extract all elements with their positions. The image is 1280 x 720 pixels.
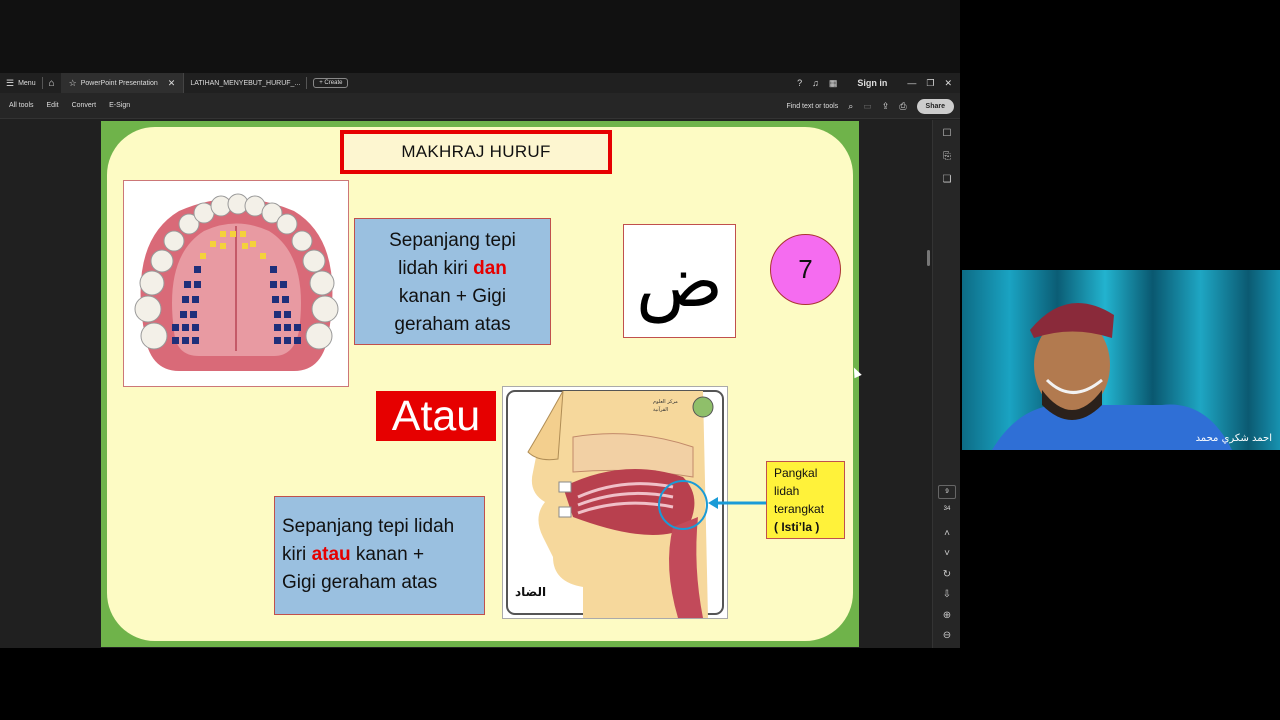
tool-edit[interactable]: Edit xyxy=(47,102,59,109)
chevron-up-icon[interactable]: ˄ xyxy=(941,528,953,540)
home-icon: ⌂ xyxy=(48,77,55,89)
search-icon[interactable]: ⌕ xyxy=(848,101,853,112)
box2-highlight-atau: atau xyxy=(311,544,351,565)
find-text-label[interactable]: Find text or tools xyxy=(786,103,838,110)
webcam-tile[interactable]: احمد شكري محمد xyxy=(962,270,1280,450)
label-line1: Pangkal xyxy=(774,466,818,480)
save-icon[interactable]: ▭ xyxy=(863,101,872,112)
create-button[interactable]: + Create xyxy=(313,78,349,88)
label-line2: lidah xyxy=(774,484,800,498)
right-side-panel: ☐ ⎘ ❏ 9 34 ˄ ˅ ↻ ⇩ ⊕ ⊖ xyxy=(932,120,960,648)
svg-text:القرآنية: القرآنية xyxy=(653,406,668,413)
menu-button[interactable]: ☰ Menu xyxy=(0,73,42,93)
tab-label: LATIHAN_MENYEBUT_HURUF_... xyxy=(190,79,301,87)
box2-line3: Gigi geraham atas xyxy=(282,572,438,593)
description-box-atau: Sepanjang tepi lidah kiri atau kanan + G… xyxy=(274,496,485,615)
close-window-icon[interactable]: ✕ xyxy=(944,78,952,89)
tool-all-tools[interactable]: All tools xyxy=(9,102,34,109)
box1-line2: lidah kiri dan xyxy=(355,255,550,283)
chevron-down-icon[interactable]: ˅ xyxy=(941,548,953,560)
box2-line2-rest: kanan + xyxy=(350,544,425,565)
box1-line2-text: lidah kiri xyxy=(398,258,474,279)
close-tab-icon[interactable]: ✕ xyxy=(168,78,176,89)
box1-line3: kanan + Gigi xyxy=(398,286,507,307)
scrollbar-thumb[interactable] xyxy=(927,250,930,266)
window-controls: ? ♫ ▦ Sign in — ❐ ✕ xyxy=(797,73,960,93)
screen: ☰ Menu ⌂ ☆ PowerPoint Presentation ✕ LAT… xyxy=(0,0,1280,720)
head-cross-section-svg: مركز العلوم القرآنية xyxy=(503,387,727,618)
box1-line1: Sepanjang tepi xyxy=(389,230,516,251)
tab-bar: ☰ Menu ⌂ ☆ PowerPoint Presentation ✕ LAT… xyxy=(0,73,960,93)
box1-line4: geraham atas xyxy=(394,314,511,335)
arrow-icon xyxy=(708,497,766,509)
zoom-out-icon[interactable]: ⊖ xyxy=(941,630,953,642)
sign-in-button[interactable]: Sign in xyxy=(857,78,887,88)
export-icon[interactable]: ⎘ xyxy=(941,151,953,163)
zoom-bottom-area xyxy=(0,648,960,720)
palate-teeth-svg xyxy=(124,181,348,386)
label-line3: terangkat xyxy=(774,502,825,516)
letter-number-circle: 7 xyxy=(770,234,841,305)
current-page-field[interactable]: 9 xyxy=(938,485,956,499)
box1-highlight-dan: dan xyxy=(473,258,507,279)
webcam-person-svg xyxy=(992,303,1232,450)
head-cross-section-diagram: مركز العلوم القرآنية الضاد xyxy=(502,386,728,619)
box2-line1: Sepanjang tepi lidah xyxy=(282,516,455,537)
comment-icon[interactable]: ☐ xyxy=(941,128,953,140)
box2-line2-text: kiri xyxy=(282,544,312,565)
box2-line2: kiri atau kanan + xyxy=(282,541,484,569)
rotate-icon[interactable]: ↻ xyxy=(941,569,953,581)
participant-name: احمد شكري محمد xyxy=(1195,433,1272,444)
hamburger-icon: ☰ xyxy=(6,77,15,88)
print-icon[interactable]: ⎙ xyxy=(899,101,906,112)
tab-label: PowerPoint Presentation xyxy=(80,79,158,87)
arabic-letter-box: ض xyxy=(623,224,736,338)
tab-powerpoint-presentation[interactable]: ☆ PowerPoint Presentation ✕ xyxy=(60,73,185,93)
tab-latihan[interactable]: LATIHAN_MENYEBUT_HURUF_... xyxy=(184,73,306,93)
zoom-top-area xyxy=(0,0,960,73)
total-pages: 34 xyxy=(943,506,951,512)
toolbar: All tools Edit Convert E-Sign Find text … xyxy=(0,93,960,119)
share-button[interactable]: Share xyxy=(916,98,954,114)
head-caption: الضاد xyxy=(515,585,547,599)
toolbar-right: Find text or tools ⌕ ▭ ⇪ ⎙ Share xyxy=(786,93,954,119)
minimize-icon[interactable]: — xyxy=(907,78,916,88)
pangkal-lidah-label: Pangkal lidah terangkat ( Isti’la ) xyxy=(766,461,845,539)
description-box-dan: Sepanjang tepi lidah kiri dan kanan + Gi… xyxy=(354,218,551,345)
zoom-in-icon[interactable]: ⊕ xyxy=(941,610,953,622)
palate-teeth-diagram xyxy=(123,180,349,387)
home-button[interactable]: ⌂ xyxy=(43,73,61,93)
tool-convert[interactable]: Convert xyxy=(72,102,97,109)
atau-label: Atau xyxy=(376,391,496,441)
svg-text:مركز العلوم: مركز العلوم xyxy=(653,399,678,405)
upload-icon[interactable]: ⇪ xyxy=(882,101,890,112)
label-istila: ( Isti’la ) xyxy=(774,520,820,534)
restore-icon[interactable]: ❐ xyxy=(926,78,934,89)
tool-esign[interactable]: E-Sign xyxy=(109,102,130,109)
apps-grid-icon[interactable]: ▦ xyxy=(829,78,838,89)
download-icon[interactable]: ⇩ xyxy=(941,589,953,601)
pages-icon[interactable]: ❏ xyxy=(941,174,953,186)
help-icon[interactable]: ? xyxy=(797,78,802,88)
divider xyxy=(306,77,308,89)
slide-title: MAKHRAJ HURUF xyxy=(340,130,612,174)
bell-icon[interactable]: ♫ xyxy=(812,78,819,88)
menu-label: Menu xyxy=(18,79,36,87)
star-icon: ☆ xyxy=(68,77,77,88)
